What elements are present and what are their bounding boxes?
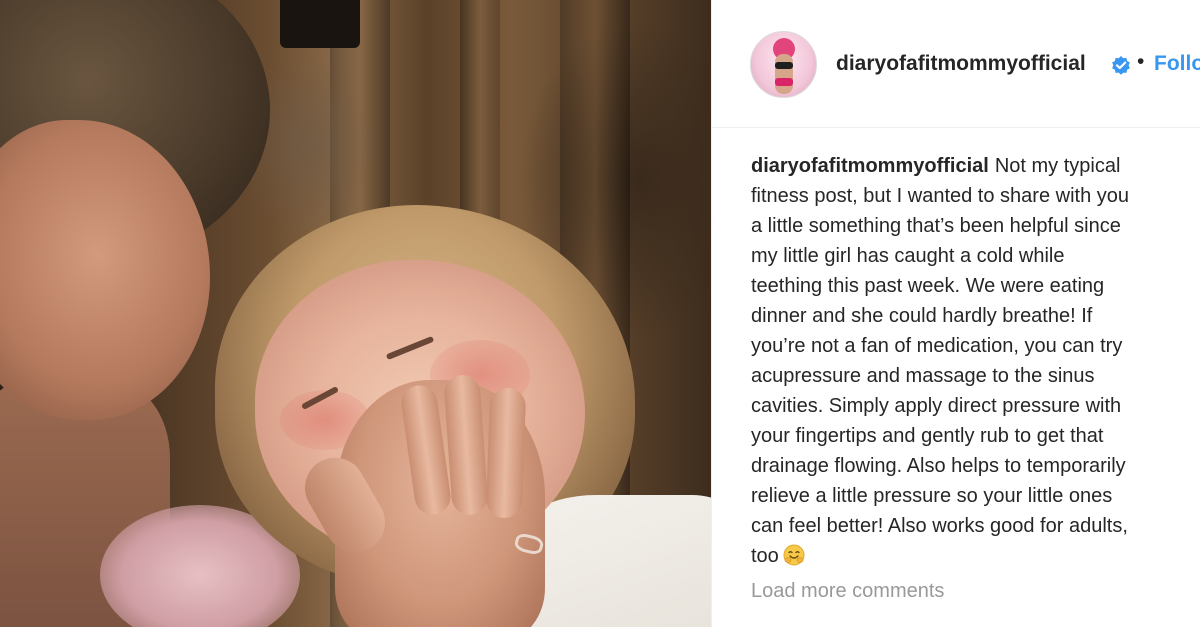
caption-line: relieve a little pressure so your little… [751, 485, 1113, 507]
caption-line: acupressure and massage to the sinus [751, 365, 1095, 387]
profile-avatar[interactable] [750, 31, 817, 98]
caption-author[interactable]: diaryofafitmommyofficial [751, 155, 989, 177]
verified-badge-icon [1112, 56, 1130, 75]
separator-dot: • [1137, 50, 1145, 73]
caption-line: you’re not a fan of medication, you can … [751, 335, 1123, 357]
caption-first-line: diaryofafitmommyofficial Not my typical [751, 151, 1196, 181]
post-side-panel: diaryofafitmommyofficial • Follow diaryo… [711, 0, 1200, 627]
caption-line: a little something that’s been helpful s… [751, 215, 1121, 237]
caption-last-line: too [751, 541, 1196, 571]
caption-line: cavities. Simply apply direct pressure w… [751, 395, 1122, 417]
caption-line: your fingertips and gently rub to get th… [751, 425, 1104, 447]
hugging-face-emoji-icon [783, 544, 805, 566]
post-photo[interactable] [0, 0, 711, 627]
caption-line: my little girl has caught a cold while [751, 245, 1065, 267]
profile-username[interactable]: diaryofafitmommyofficial [836, 52, 1086, 76]
finger [485, 387, 527, 519]
load-more-comments-link[interactable]: Load more comments [751, 580, 944, 603]
post-caption: diaryofafitmommyofficial Not my typical f… [751, 151, 1196, 571]
post-header: diaryofafitmommyofficial • Follow [712, 0, 1200, 128]
caption-text: Not my typical [994, 155, 1121, 177]
dark-object [280, 0, 360, 48]
caption-line: can feel better! Also works good for adu… [751, 515, 1128, 537]
avatar-bottom [775, 78, 793, 86]
caption-line: teething this past week. We were eating [751, 275, 1105, 297]
caption-line: fitness post, but I wanted to share with… [751, 185, 1129, 207]
follow-button[interactable]: Follow [1154, 52, 1200, 76]
caption-line: drainage flowing. Also helps to temporar… [751, 455, 1126, 477]
avatar-body [775, 54, 793, 94]
caption-line: dinner and she could hardly breathe! If [751, 305, 1093, 327]
caption-text: too [751, 545, 779, 567]
avatar-top [775, 62, 793, 69]
